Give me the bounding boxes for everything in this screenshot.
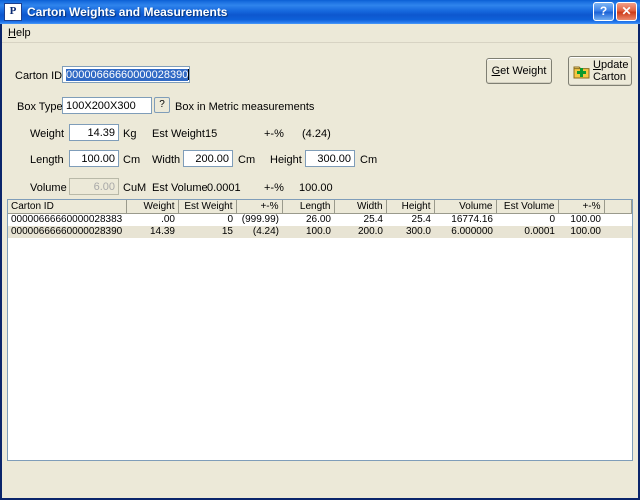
volume-label: Volume — [30, 182, 67, 194]
cell-volume-pct: 100.00 — [558, 225, 604, 238]
cell-weight-pct: (4.24) — [236, 225, 282, 238]
est-volume-label: Est Volume — [152, 182, 208, 194]
box-type-label: Box Type — [17, 101, 63, 113]
box-type-note: Box in Metric measurements — [175, 101, 315, 113]
length-unit: Cm — [123, 154, 141, 166]
cell-filler — [604, 225, 632, 238]
volume-pct-value: 100.00 — [299, 182, 333, 194]
menu-item-help[interactable]: Help — [2, 25, 37, 41]
box-type-input[interactable]: 100X200X300 — [62, 97, 152, 114]
carton-measurements-grid[interactable]: Carton ID Weight Est Weight +-% Length W… — [7, 199, 633, 461]
height-unit: Cm — [360, 154, 378, 166]
cell-est-volume: 0 — [496, 213, 558, 226]
cell-height: 300.0 — [386, 225, 434, 238]
length-label: Length — [30, 154, 64, 166]
text-caret — [188, 69, 189, 80]
program-icon: P — [4, 3, 22, 21]
cell-width: 200.0 — [334, 225, 386, 238]
table-row[interactable]: 00000666660000028390 14.39 15 (4.24) 100… — [8, 225, 632, 238]
get-weight-label: Get Weight — [491, 65, 547, 77]
cell-filler — [604, 213, 632, 226]
weight-pct-value: (4.24) — [302, 128, 331, 140]
cell-width: 25.4 — [334, 213, 386, 226]
col-header-carton-id[interactable]: Carton ID — [8, 200, 127, 214]
cell-height: 25.4 — [386, 213, 434, 226]
height-input[interactable]: 300.00 — [305, 150, 355, 167]
volume-pct-label: +-% — [264, 182, 284, 194]
table-row[interactable]: 00000666660000028383 .00 0 (999.99) 26.0… — [8, 213, 632, 226]
title-bar-buttons: ? ✕ — [593, 2, 637, 21]
est-weight-label: Est Weight — [152, 128, 205, 140]
width-input[interactable]: 200.00 — [183, 150, 233, 167]
cell-est-volume: 0.0001 — [496, 225, 558, 238]
height-label: Height — [270, 154, 302, 166]
box-type-lookup-button[interactable]: ? — [154, 97, 170, 113]
cell-volume: 16774.16 — [434, 213, 496, 226]
width-label: Width — [152, 154, 181, 166]
carton-id-value: 00000666660000028390 — [66, 69, 189, 81]
width-unit: Cm — [238, 154, 256, 166]
cell-weight: 14.39 — [126, 225, 178, 238]
cell-carton-id: 00000666660000028383 — [8, 213, 126, 226]
weight-label: Weight — [30, 128, 65, 140]
update-carton-label: Update Carton — [593, 59, 629, 83]
menu-bar: Help — [2, 24, 638, 43]
col-header-est-weight[interactable]: Est Weight — [178, 200, 237, 214]
est-weight-value: 15 — [205, 128, 218, 140]
weight-unit: Kg — [123, 128, 137, 140]
cell-length: 26.00 — [282, 213, 334, 226]
volume-unit: CuM — [123, 182, 147, 194]
est-volume-value: 0.0001 — [207, 182, 241, 194]
title-bar[interactable]: P Carton Weights and Measurements ? ✕ — [0, 0, 640, 24]
col-header-est-volume[interactable]: Est Volume — [496, 200, 559, 214]
col-header-length[interactable]: Length — [282, 200, 335, 214]
close-button[interactable]: ✕ — [616, 2, 637, 21]
volume-input: 6.00 — [69, 178, 119, 195]
get-weight-button[interactable]: Get Weight — [486, 58, 552, 84]
folder-add-icon — [573, 64, 590, 79]
update-carton-button[interactable]: Update Carton — [568, 56, 632, 86]
weight-pct-label: +-% — [264, 128, 284, 140]
col-header-weight-pct[interactable]: +-% — [236, 200, 283, 214]
cell-length: 100.0 — [282, 225, 334, 238]
application-window: P Carton Weights and Measurements ? ✕ He… — [0, 0, 640, 500]
grid-table: Carton ID Weight Est Weight +-% Length W… — [8, 200, 632, 238]
cell-volume-pct: 100.00 — [558, 213, 604, 226]
cell-carton-id: 00000666660000028390 — [8, 225, 126, 238]
cell-est-weight: 0 — [178, 213, 236, 226]
cell-est-weight: 15 — [178, 225, 236, 238]
cell-weight: .00 — [126, 213, 178, 226]
col-header-volume-pct[interactable]: +-% — [558, 200, 605, 214]
carton-id-input[interactable]: 00000666660000028390 — [62, 66, 190, 83]
cell-volume: 6.000000 — [434, 225, 496, 238]
grid-header-row: Carton ID Weight Est Weight +-% Length W… — [8, 200, 632, 214]
col-header-volume[interactable]: Volume — [434, 200, 497, 214]
help-button[interactable]: ? — [593, 2, 614, 21]
col-header-weight[interactable]: Weight — [126, 200, 179, 214]
cell-weight-pct: (999.99) — [236, 213, 282, 226]
col-header-height[interactable]: Height — [386, 200, 435, 214]
weight-input[interactable]: 14.39 — [69, 124, 119, 141]
col-header-filler — [604, 200, 632, 214]
window-title: Carton Weights and Measurements — [27, 5, 228, 19]
col-header-width[interactable]: Width — [334, 200, 387, 214]
length-input[interactable]: 100.00 — [69, 150, 119, 167]
client-area: Carton ID 00000666660000028390 Box Type … — [2, 43, 638, 498]
carton-id-label: Carton ID — [15, 70, 63, 82]
